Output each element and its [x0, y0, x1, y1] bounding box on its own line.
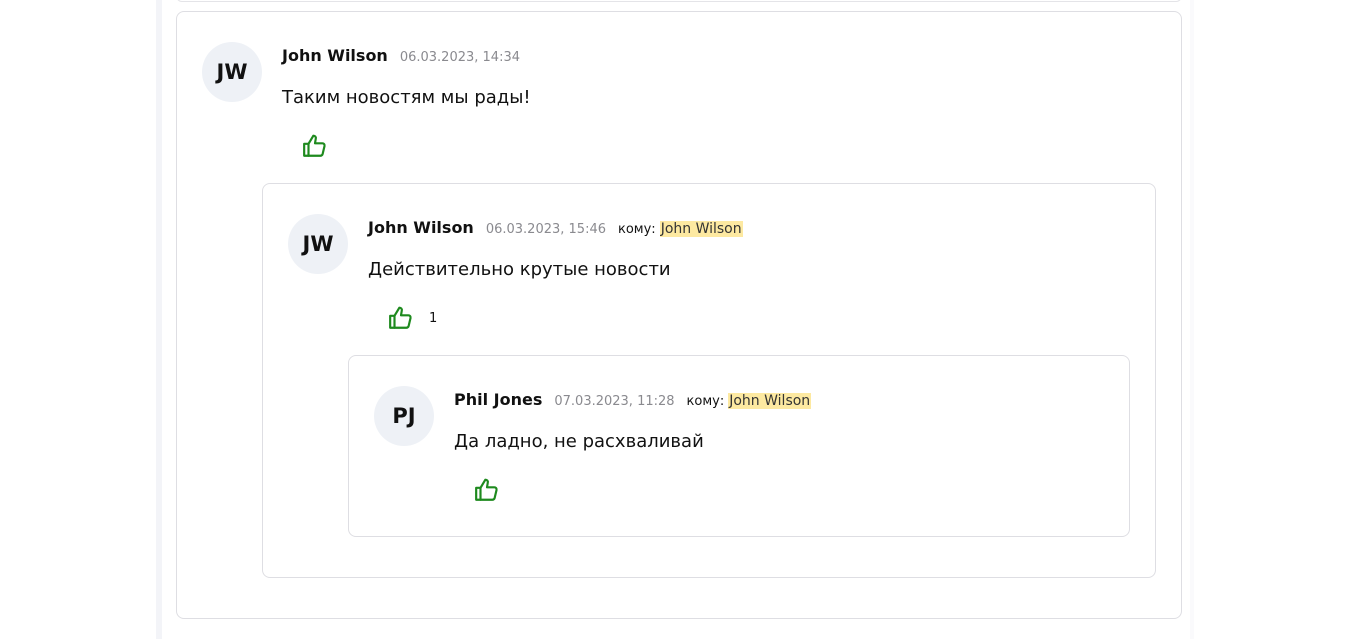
like-row [473, 476, 501, 504]
reply-to-mention[interactable]: John Wilson [728, 393, 812, 409]
comment-date: 06.03.2023, 14:34 [399, 50, 520, 65]
nested-reply-card: PJ Phil Jones 07.03.2023, 11:28 кому: Jo… [348, 355, 1130, 537]
left-divider [156, 0, 162, 639]
reply-card: JW John Wilson 06.03.2023, 15:46 кому: J… [262, 183, 1156, 578]
avatar: JW [288, 214, 348, 274]
comment-meta: John Wilson 06.03.2023, 14:34 [282, 46, 520, 65]
right-divider [1190, 0, 1194, 639]
like-row [301, 132, 329, 160]
reply-to-label: кому: [686, 394, 725, 409]
avatar: PJ [374, 386, 434, 446]
comment-meta: John Wilson 06.03.2023, 15:46 кому: John… [368, 218, 743, 237]
like-button[interactable] [387, 304, 415, 332]
like-button[interactable] [473, 476, 501, 504]
comment-author[interactable]: John Wilson [368, 218, 474, 237]
comment-author[interactable]: John Wilson [282, 46, 388, 65]
comment-card: JW John Wilson 06.03.2023, 14:34 Таким н… [176, 11, 1182, 619]
comment-meta: Phil Jones 07.03.2023, 11:28 кому: John … [454, 390, 812, 409]
like-count: 1 [429, 310, 438, 326]
thumbs-up-icon [475, 478, 498, 501]
comments-page: JW John Wilson 06.03.2023, 14:34 Таким н… [0, 0, 1350, 639]
comment-text: Да ладно, не расхваливай [454, 431, 704, 452]
thumbs-up-icon [389, 306, 412, 329]
reply-to-label: кому: [618, 222, 656, 237]
comment-author[interactable]: Phil Jones [454, 390, 542, 409]
comment-date: 07.03.2023, 11:28 [554, 394, 675, 409]
previous-comment-card [176, 0, 1182, 2]
comment-text: Действительно крутые новости [368, 259, 671, 280]
comment-date: 06.03.2023, 15:46 [485, 222, 606, 237]
avatar: JW [202, 42, 262, 102]
like-button[interactable] [301, 132, 329, 160]
like-row: 1 [387, 304, 437, 332]
comment-text: Таким новостям мы рады! [282, 87, 531, 108]
reply-to-mention[interactable]: John Wilson [659, 221, 743, 237]
thumbs-up-icon [303, 134, 326, 157]
